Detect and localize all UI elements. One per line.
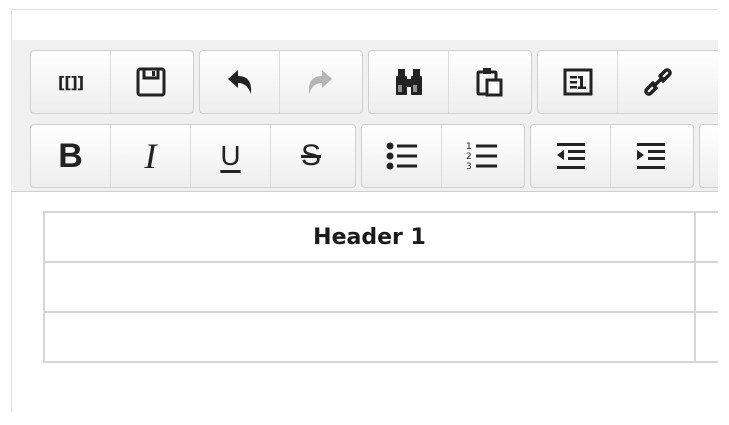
bold-label: B <box>58 136 83 175</box>
editor-toolbar: [[]] B I U S 1 2 3 <box>11 40 729 192</box>
clipboard-icon <box>476 68 503 97</box>
svg-text:1: 1 <box>466 142 472 152</box>
toolbar-group-wiki-save: [[]] <box>30 50 194 114</box>
toolbar-group-format: B I U S <box>30 124 356 188</box>
table-row <box>43 311 729 363</box>
outdent-button[interactable] <box>531 125 611 187</box>
toolbar-group-insert <box>537 50 729 114</box>
link-icon <box>644 68 672 96</box>
indent-button[interactable] <box>611 125 691 187</box>
outdent-icon <box>556 143 585 169</box>
bulleted-list-icon <box>386 142 417 170</box>
svg-text:2: 2 <box>466 152 472 162</box>
viewport-edge <box>718 0 729 425</box>
redo-button[interactable] <box>280 51 360 113</box>
toolbar-group-lists: 1 2 3 <box>361 124 525 188</box>
id-card-icon <box>563 68 592 96</box>
editor-table-wrapper: Header 1 <box>43 211 729 363</box>
table-row <box>43 261 729 313</box>
table-cell[interactable] <box>43 261 696 313</box>
table-header-cell[interactable]: Header 1 <box>43 211 696 263</box>
strikethrough-button[interactable]: S <box>271 125 351 187</box>
italic-button[interactable]: I <box>111 125 191 187</box>
toolbar-group-indent <box>530 124 694 188</box>
indent-icon <box>637 143 665 169</box>
undo-icon <box>227 70 251 94</box>
toolbar-group-find-paste <box>368 50 532 114</box>
underline-button[interactable]: U <box>191 125 271 187</box>
find-button[interactable] <box>369 51 449 113</box>
undo-button[interactable] <box>200 51 280 113</box>
wiki-markup-button[interactable]: [[]] <box>31 51 111 113</box>
save-icon <box>136 67 166 97</box>
paste-button[interactable] <box>449 51 529 113</box>
link-button[interactable] <box>618 51 698 113</box>
numbered-list-icon: 1 2 3 <box>466 142 497 172</box>
redo-icon <box>308 70 332 94</box>
wiki-markup-label: [[]] <box>57 72 84 92</box>
underline-label: U <box>220 140 241 171</box>
binoculars-icon <box>395 69 422 95</box>
numbered-list-button[interactable]: 1 2 3 <box>442 125 522 187</box>
svg-text:3: 3 <box>466 162 472 172</box>
bold-button[interactable]: B <box>31 125 111 187</box>
editor-table: Header 1 <box>43 211 729 363</box>
save-button[interactable] <box>111 51 191 113</box>
table-header-row: Header 1 <box>43 211 729 263</box>
italic-label: I <box>144 136 157 176</box>
table-cell[interactable] <box>43 311 696 363</box>
toolbar-group-history <box>199 50 363 114</box>
insert-id-button[interactable] <box>538 51 618 113</box>
bulleted-list-button[interactable] <box>362 125 442 187</box>
strikethrough-label: S <box>300 139 321 172</box>
